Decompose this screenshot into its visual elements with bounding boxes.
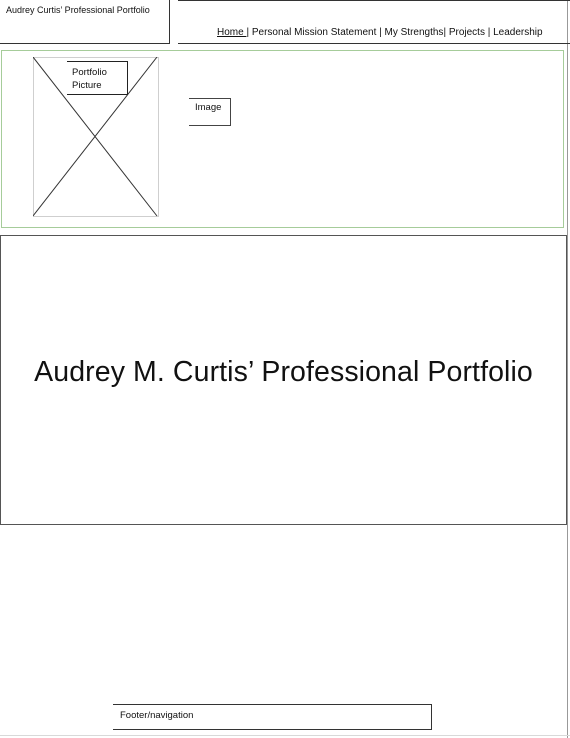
footer-navigation: Footer/navigation — [113, 704, 432, 730]
nav-separator: | — [484, 27, 494, 38]
nav-link-personal-mission-statement[interactable]: Personal Mission Statement — [252, 27, 377, 38]
page-edge — [567, 0, 568, 738]
bottom-divider — [0, 735, 570, 736]
nav-link-my-strengths[interactable]: My Strengths — [385, 27, 444, 38]
site-title-box: Audrey Curtis’ Professional Portfolio — [0, 0, 170, 44]
nav-link-projects[interactable]: Projects — [449, 27, 485, 38]
hero-section: Audrey M. Curtis’ Professional Portfolio — [0, 235, 567, 525]
nav-link-leadership[interactable]: Leadership — [493, 27, 542, 38]
image-label: Image — [195, 102, 222, 113]
image-placeholder: Image — [189, 98, 231, 126]
portfolio-picture-label: Portfolio Picture — [72, 66, 107, 92]
site-title[interactable]: Audrey Curtis’ Professional Portfolio — [6, 5, 150, 15]
footer-label: Footer/navigation — [120, 710, 194, 721]
nav-separator: | — [376, 27, 385, 38]
portfolio-picture-label-line: Portfolio — [72, 67, 107, 78]
portfolio-picture-label-box: Portfolio Picture — [67, 61, 128, 95]
portfolio-picture-label-line: Picture — [72, 80, 102, 91]
nav-bar: Home | Personal Mission Statement | My S… — [178, 0, 570, 44]
nav-link-home[interactable]: Home — [217, 27, 246, 38]
hero-title: Audrey M. Curtis’ Professional Portfolio — [34, 356, 533, 388]
nav-links: Home | Personal Mission Statement | My S… — [217, 27, 543, 38]
